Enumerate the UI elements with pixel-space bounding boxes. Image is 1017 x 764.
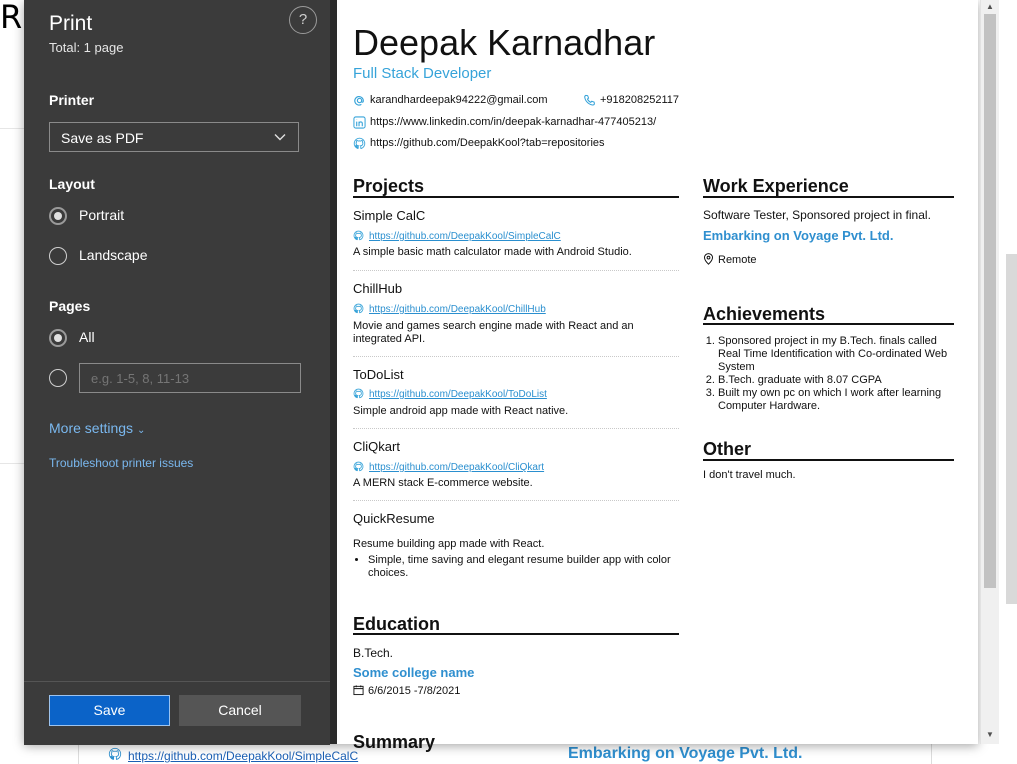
project-link-text: https://github.com/DeepakKool/CliQkart	[369, 462, 545, 473]
project-title: ToDoList	[353, 367, 404, 382]
background-letter: R	[0, 0, 23, 36]
project-separator	[353, 428, 679, 429]
linkedin-text: https://www.linkedin.com/in/deepak-karna…	[370, 116, 657, 128]
achievements-rule	[703, 323, 954, 325]
project-description: Resume building app made with React.	[353, 538, 545, 550]
achievements-list: Sponsored project in my B.Tech. finals c…	[703, 335, 954, 413]
project-bullets: Simple, time saving and elegant resume b…	[353, 554, 678, 580]
achievement-item: Sponsored project in my B.Tech. finals c…	[718, 335, 954, 374]
landscape-label: Landscape	[79, 247, 148, 263]
printer-select[interactable]: Save as PDF	[49, 122, 299, 152]
other-text: I don't travel much.	[703, 469, 796, 481]
project-title: Simple CalC	[353, 208, 426, 223]
save-button[interactable]: Save	[49, 695, 170, 726]
linkedin-icon	[353, 116, 366, 129]
other-rule	[703, 459, 954, 461]
work-rule	[703, 196, 954, 198]
portrait-label: Portrait	[79, 207, 125, 223]
github-text: https://github.com/DeepakKool?tab=reposi…	[370, 137, 605, 149]
education-rule	[353, 633, 679, 635]
work-location-text: Remote	[718, 254, 757, 266]
work-heading: Work Experience	[703, 176, 849, 196]
pages-custom-radio[interactable]	[49, 369, 67, 387]
project-separator	[353, 270, 679, 271]
project-title: CliQkart	[353, 439, 400, 454]
achievement-item: B.Tech. graduate with 8.07 CGPA	[718, 374, 954, 387]
scrollbar-thumb[interactable]	[984, 14, 996, 588]
printer-value: Save as PDF	[61, 130, 144, 146]
github-icon	[353, 461, 364, 472]
background-company: Embarking on Voyage Pvt. Ltd.	[568, 745, 803, 762]
cancel-button[interactable]: Cancel	[179, 695, 301, 726]
education-dates-text: 6/6/2015 -7/8/2021	[368, 685, 461, 697]
pages-all-option[interactable]: All	[49, 329, 149, 351]
printer-label: Printer	[49, 92, 95, 108]
projects-rule	[353, 196, 679, 198]
pages-range-input[interactable]	[79, 363, 301, 393]
pages-all-radio[interactable]	[49, 329, 67, 347]
chevron-down-icon	[274, 134, 286, 141]
project-description: A MERN stack E-commerce website.	[353, 477, 533, 489]
achievements-heading: Achievements	[703, 304, 826, 324]
background-card	[0, 128, 24, 464]
layout-label: Layout	[49, 176, 95, 192]
summary-heading: Summary	[353, 732, 436, 752]
print-settings-panel: Print Total: 1 page ? Printer Save as PD…	[24, 0, 330, 745]
project-description: Simple android app made with React nativ…	[353, 405, 569, 417]
resume-role: Full Stack Developer	[353, 65, 492, 82]
resume-page: Deepak Karnadhar Full Stack Developer ka…	[329, 0, 954, 752]
project-title: QuickResume	[353, 511, 435, 526]
project-link-text: https://github.com/DeepakKool/ChillHub	[369, 304, 546, 315]
github-icon	[108, 747, 122, 760]
project-description: Movie and games search engine made with …	[353, 320, 634, 345]
layout-landscape-option[interactable]: Landscape	[49, 247, 169, 269]
landscape-radio[interactable]	[49, 247, 67, 265]
other-heading: Other	[703, 439, 752, 459]
email-icon	[354, 96, 364, 106]
chevron-down-icon: ⌄	[137, 425, 146, 436]
print-title: Print	[49, 12, 93, 35]
layout-portrait-option[interactable]: Portrait	[49, 207, 169, 229]
phone-icon	[584, 94, 595, 106]
more-settings-label: More settings	[49, 420, 134, 436]
scroll-down-arrow-icon[interactable]: ▼	[981, 728, 999, 742]
education-heading: Education	[353, 614, 441, 634]
education-college: Some college name	[353, 665, 475, 680]
pages-all-label: All	[79, 329, 95, 345]
github-icon	[353, 230, 364, 241]
project-separator	[353, 500, 679, 501]
troubleshoot-link[interactable]: Troubleshoot printer issues	[49, 456, 193, 470]
pages-custom-option[interactable]	[49, 369, 71, 391]
project-link-text: https://github.com/DeepakKool/SimpleCalC	[369, 231, 561, 242]
github-icon	[353, 388, 364, 399]
phone-text: +918208252117	[600, 94, 680, 106]
projects-heading: Projects	[353, 176, 425, 196]
github-icon	[353, 137, 366, 150]
work-role: Software Tester, Sponsored project in fi…	[703, 208, 931, 222]
resume-name: Deepak Karnadhar	[353, 22, 656, 63]
background-right-scroll	[1006, 254, 1017, 604]
project-title: ChillHub	[353, 281, 403, 296]
project-bullet: Simple, time saving and elegant resume b…	[368, 554, 678, 580]
github-icon	[353, 303, 364, 314]
more-settings-link[interactable]: More settings ⌄	[49, 420, 145, 436]
help-icon[interactable]: ?	[289, 6, 317, 34]
scroll-up-arrow-icon[interactable]: ▲	[981, 0, 999, 14]
preview-scrollbar[interactable]: ▲ ▼	[980, 0, 999, 744]
email-text: karandhardeepak94222@gmail.com	[370, 94, 548, 106]
work-company: Embarking on Voyage Pvt. Ltd.	[703, 228, 894, 243]
project-link-text: https://github.com/DeepakKool/ToDoList	[369, 389, 547, 400]
background-github-link[interactable]: https://github.com/DeepakKool/SimpleCalC	[128, 749, 358, 763]
calendar-icon	[353, 685, 364, 696]
achievement-item: Built my own pc on which I work after le…	[718, 387, 954, 413]
education-degree: B.Tech.	[353, 646, 394, 660]
project-description: A simple basic math calculator made with…	[353, 246, 632, 258]
location-icon	[703, 253, 714, 265]
page-total: Total: 1 page	[49, 40, 124, 55]
portrait-radio[interactable]	[49, 207, 67, 225]
pages-label: Pages	[49, 298, 91, 314]
project-separator	[353, 356, 679, 357]
